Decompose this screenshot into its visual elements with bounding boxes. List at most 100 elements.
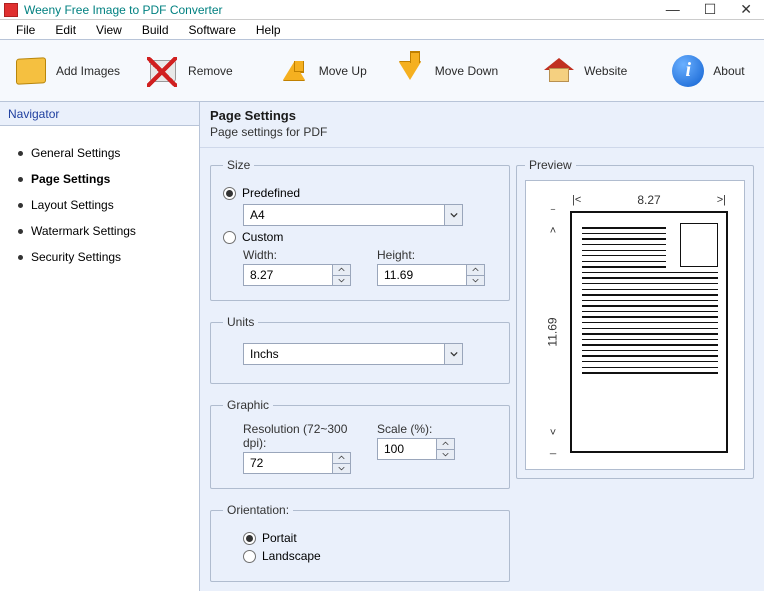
nav-label: Watermark Settings	[31, 224, 136, 238]
add-images-icon	[14, 54, 48, 88]
spin-down-icon[interactable]	[437, 449, 454, 460]
menu-build[interactable]: Build	[134, 23, 177, 37]
menu-help[interactable]: Help	[248, 23, 289, 37]
spin-up-icon[interactable]	[333, 265, 350, 275]
spin-down-icon[interactable]	[333, 275, 350, 286]
orientation-legend: Orientation:	[223, 503, 293, 517]
nav-page-settings[interactable]: Page Settings	[18, 166, 189, 192]
preview-group: Preview |< 8.27 >| ‾ ˄ 11.69	[516, 158, 754, 479]
graphic-group: Graphic Resolution (72~300 dpi): 72 Scal…	[210, 398, 510, 489]
cap-right-icon: >|	[717, 194, 726, 206]
preview-legend: Preview	[525, 158, 576, 172]
remove-label: Remove	[188, 64, 233, 78]
preview-height-ruler: ‾ ˄ 11.69 ˅ _	[540, 207, 566, 457]
navigator-panel: Navigator General Settings Page Settings…	[0, 102, 200, 591]
landscape-radio[interactable]	[243, 550, 256, 563]
orientation-group: Orientation: Portait Landscape	[210, 503, 510, 582]
bullet-icon	[18, 255, 23, 260]
menu-edit[interactable]: Edit	[47, 23, 84, 37]
menu-software[interactable]: Software	[181, 23, 244, 37]
arrow-up-icon	[277, 54, 311, 88]
move-up-button[interactable]: Move Up	[269, 50, 375, 92]
size-group: Size Predefined A4 Custom	[210, 158, 510, 301]
preview-box: |< 8.27 >| ‾ ˄ 11.69 ˅ _	[525, 180, 745, 470]
page-title: Page Settings	[210, 108, 754, 123]
close-button[interactable]: ✕	[740, 1, 752, 18]
nav-label: Security Settings	[31, 250, 121, 264]
resolution-spinner[interactable]: 72	[243, 452, 351, 474]
spin-up-icon[interactable]	[437, 439, 454, 449]
page-header: Page Settings Page settings for PDF	[200, 102, 764, 148]
nav-label: General Settings	[31, 146, 120, 160]
size-legend: Size	[223, 158, 254, 172]
app-icon	[4, 3, 18, 17]
nav-layout-settings[interactable]: Layout Settings	[18, 192, 189, 218]
scale-value: 100	[378, 442, 436, 456]
predefined-value: A4	[244, 208, 444, 222]
move-up-label: Move Up	[319, 64, 367, 78]
info-icon: i	[671, 54, 705, 88]
portrait-radio[interactable]	[243, 532, 256, 545]
arrow-down-icon	[393, 54, 427, 88]
remove-icon	[146, 54, 180, 88]
predefined-label: Predefined	[242, 186, 300, 200]
nav-watermark-settings[interactable]: Watermark Settings	[18, 218, 189, 244]
preview-page	[570, 211, 728, 453]
navigator-list: General Settings Page Settings Layout Se…	[0, 126, 199, 284]
window-controls: — ☐ ✕	[666, 1, 752, 18]
predefined-combo[interactable]: A4	[243, 204, 463, 226]
maximize-button[interactable]: ☐	[704, 1, 717, 18]
spin-up-icon[interactable]	[467, 265, 484, 275]
scale-spinner[interactable]: 100	[377, 438, 455, 460]
predefined-radio-row[interactable]: Predefined	[223, 186, 497, 200]
menubar: File Edit View Build Software Help	[0, 20, 764, 40]
remove-button[interactable]: Remove	[138, 50, 241, 92]
about-button[interactable]: i About	[663, 50, 752, 92]
navigator-title: Navigator	[0, 102, 199, 126]
landscape-radio-row[interactable]: Landscape	[243, 549, 497, 563]
house-icon	[542, 54, 576, 88]
bullet-icon	[18, 177, 23, 182]
custom-radio-row[interactable]: Custom	[223, 230, 497, 244]
custom-label: Custom	[242, 230, 283, 244]
width-spinner[interactable]: 8.27	[243, 264, 351, 286]
preview-image-placeholder	[680, 223, 718, 267]
add-images-button[interactable]: Add Images	[6, 50, 128, 92]
height-value: 11.69	[378, 268, 466, 282]
portrait-radio-row[interactable]: Portait	[243, 531, 497, 545]
main-area: Navigator General Settings Page Settings…	[0, 102, 764, 591]
units-combo[interactable]: Inchs	[243, 343, 463, 365]
menu-view[interactable]: View	[88, 23, 130, 37]
about-label: About	[713, 64, 744, 78]
toolbar: Add Images Remove Move Up Move Down Webs…	[0, 40, 764, 102]
units-value: Inchs	[244, 347, 444, 361]
menu-file[interactable]: File	[8, 23, 43, 37]
content-panel: Page Settings Page settings for PDF Size…	[200, 102, 764, 591]
spin-down-icon[interactable]	[467, 275, 484, 286]
website-label: Website	[584, 64, 627, 78]
minimize-button[interactable]: —	[666, 1, 680, 18]
website-button[interactable]: Website	[534, 50, 635, 92]
width-value: 8.27	[244, 268, 332, 282]
custom-radio[interactable]	[223, 231, 236, 244]
graphic-legend: Graphic	[223, 398, 273, 412]
nav-general-settings[interactable]: General Settings	[18, 140, 189, 166]
height-spinner[interactable]: 11.69	[377, 264, 485, 286]
portrait-label: Portait	[262, 531, 297, 545]
resolution-label: Resolution (72~300 dpi):	[243, 422, 363, 450]
add-images-label: Add Images	[56, 64, 120, 78]
nav-label: Page Settings	[31, 172, 110, 186]
cap-up-icon: ˄	[550, 225, 556, 237]
units-legend: Units	[223, 315, 258, 329]
landscape-label: Landscape	[262, 549, 321, 563]
move-down-button[interactable]: Move Down	[385, 50, 506, 92]
spin-up-icon[interactable]	[333, 453, 350, 463]
app-title: Weeny Free Image to PDF Converter	[24, 3, 666, 17]
chevron-down-icon[interactable]	[444, 344, 462, 364]
cap-down-icon: ˅	[550, 427, 556, 439]
predefined-radio[interactable]	[223, 187, 236, 200]
chevron-down-icon[interactable]	[444, 205, 462, 225]
nav-security-settings[interactable]: Security Settings	[18, 244, 189, 270]
cap-left-icon: |<	[572, 194, 581, 206]
spin-down-icon[interactable]	[333, 463, 350, 474]
